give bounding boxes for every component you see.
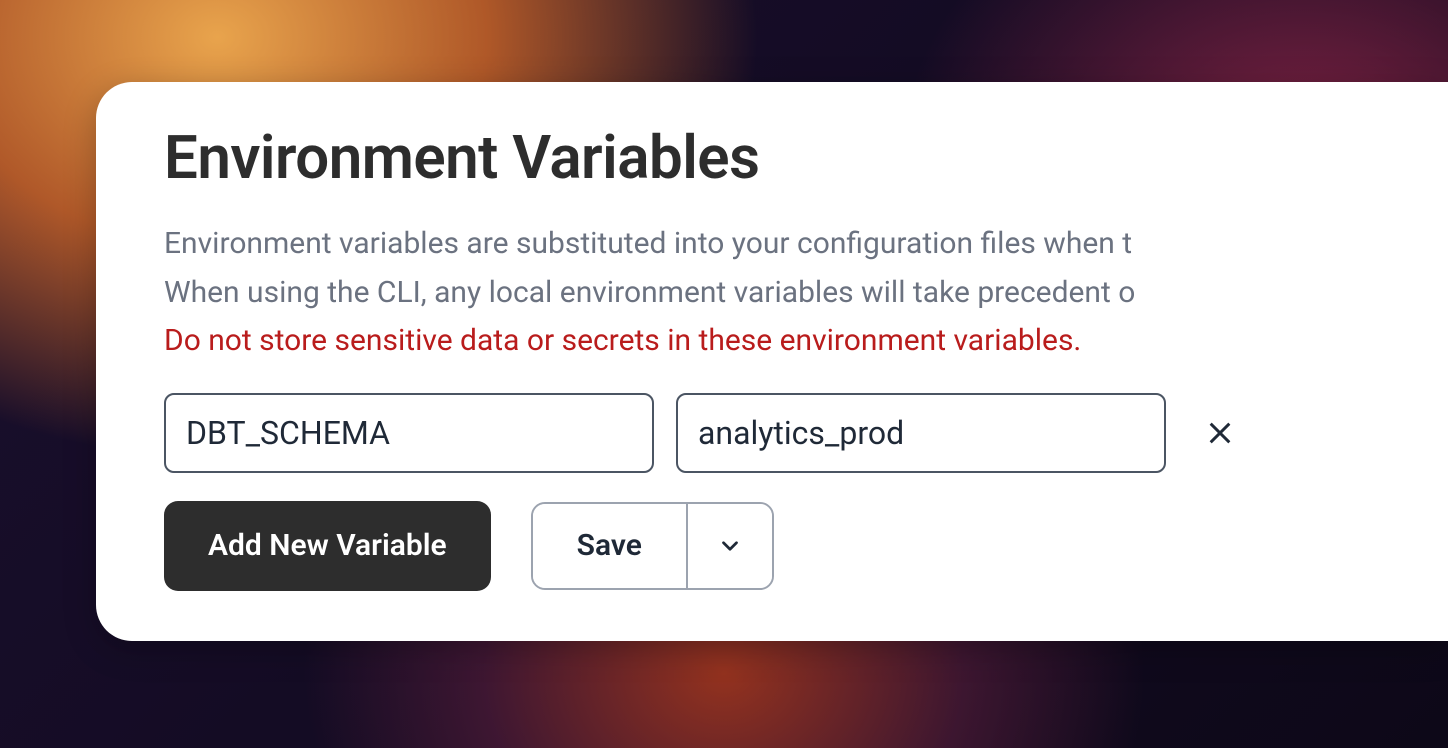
chevron-down-icon [717,533,743,559]
warning-text: Do not store sensitive data or secrets i… [164,318,1388,365]
save-split-button: Save [531,502,774,590]
save-button[interactable]: Save [533,504,686,588]
action-buttons: Add New Variable Save [164,501,1388,591]
save-dropdown-toggle[interactable] [686,504,772,588]
variable-row [164,393,1388,473]
description-line-2: When using the CLI, any local environmen… [164,270,1388,317]
add-new-variable-button[interactable]: Add New Variable [164,501,491,591]
close-icon [1206,419,1234,447]
remove-variable-button[interactable] [1196,409,1244,457]
variable-value-input[interactable] [676,393,1166,473]
panel-title: Environment Variables [164,122,1388,193]
description-line-1: Environment variables are substituted in… [164,221,1388,268]
env-vars-panel: Environment Variables Environment variab… [96,82,1448,641]
variable-key-input[interactable] [164,393,654,473]
